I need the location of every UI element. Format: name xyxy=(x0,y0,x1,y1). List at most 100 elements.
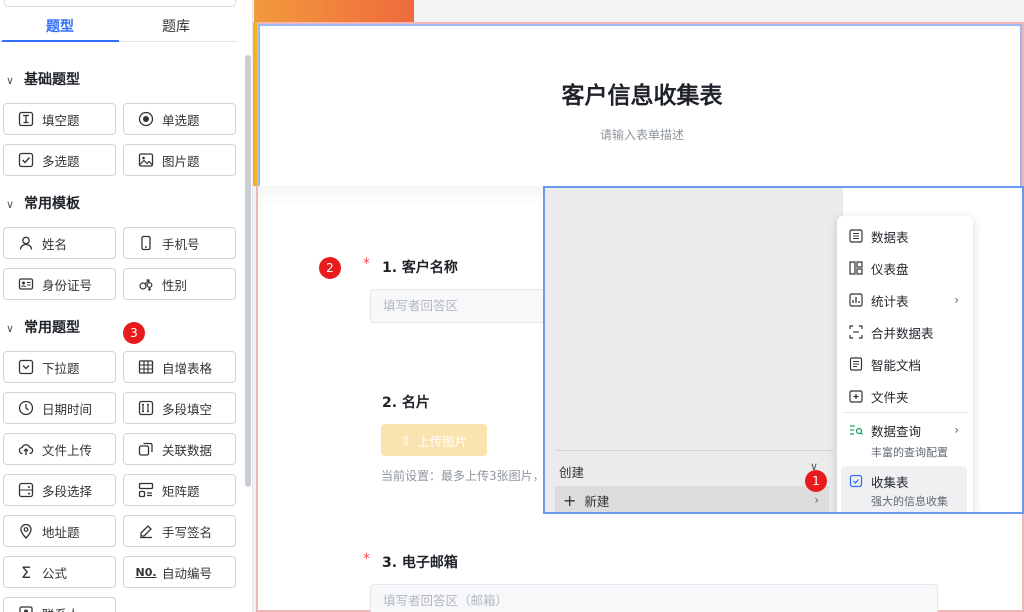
btn-dropdown[interactable]: 下拉题 xyxy=(3,351,116,383)
menu-item-smart-doc[interactable]: 智能文档 xyxy=(837,350,973,378)
btn-label: 填空题 xyxy=(42,112,80,128)
tab-question-bank[interactable]: 题库 xyxy=(162,16,190,36)
chevron-down-icon: ∨ xyxy=(6,322,15,335)
btn-linked-data[interactable]: 关联数据 xyxy=(123,433,236,465)
question-3-label[interactable]: 3. 电子邮箱 xyxy=(382,552,458,572)
chevron-right-icon: › xyxy=(814,493,819,507)
checkbox-icon xyxy=(18,152,34,168)
btn-multi-choice[interactable]: 多选题 xyxy=(3,144,116,176)
menu-label: 合并数据表 xyxy=(871,325,934,341)
menu-label: 文件夹 xyxy=(871,389,909,405)
form-description[interactable]: 请输入表单描述 xyxy=(260,126,1024,143)
btn-label: 性别 xyxy=(162,277,188,293)
location-pin-icon xyxy=(18,523,34,539)
dashboard-icon xyxy=(849,261,863,275)
upload-image-button[interactable]: ⇧ 上传图片 xyxy=(381,424,487,456)
btn-image-question[interactable]: 图片题 xyxy=(123,144,236,176)
btn-label: 多选题 xyxy=(42,153,80,169)
popup-left-pane: 创建 ∨ + 新建 › xyxy=(545,188,843,512)
btn-label: 多段填空 xyxy=(162,401,213,417)
panel-top-box xyxy=(4,0,236,7)
collect-form-subtitle: 强大的信息收集 xyxy=(871,495,948,508)
btn-label: 身份证号 xyxy=(42,277,93,293)
upload-label: 上传图片 xyxy=(417,433,468,449)
menu-item-collect-form[interactable]: 收集表 xyxy=(837,467,973,495)
btn-label: 公式 xyxy=(42,565,68,581)
table-icon xyxy=(138,359,154,375)
datasheet-icon xyxy=(849,229,863,243)
btn-label: 关联数据 xyxy=(162,442,213,458)
annotation-badge-2: 2 xyxy=(319,257,341,279)
stat-table-icon xyxy=(849,293,863,307)
btn-label: 姓名 xyxy=(42,236,68,252)
collect-form-icon xyxy=(849,474,863,488)
btn-datetime[interactable]: 日期时间 xyxy=(3,392,116,424)
form-header[interactable]: 客户信息收集表 请输入表单描述 xyxy=(258,24,1022,188)
menu-label: 仪表盘 xyxy=(871,261,909,277)
new-button[interactable]: + 新建 › xyxy=(555,486,829,512)
btn-phone[interactable]: 手机号 xyxy=(123,227,236,259)
section-templates[interactable]: ∨ 常用模板 xyxy=(6,193,80,213)
form-title[interactable]: 客户信息收集表 xyxy=(260,76,1024,110)
section-basic-label: 基础题型 xyxy=(24,72,80,88)
panel-tabs: 题型 题库 xyxy=(0,8,238,42)
question-1-input[interactable]: 填写者回答区 xyxy=(370,289,550,323)
menu-item-datasheet[interactable]: 数据表 xyxy=(837,222,973,250)
btn-gender[interactable]: 性别 xyxy=(123,268,236,300)
chevron-right-icon: › xyxy=(954,423,959,437)
clock-icon xyxy=(18,400,34,416)
btn-label: 手写签名 xyxy=(162,524,213,540)
btn-label: 地址题 xyxy=(42,524,80,540)
btn-auto-table[interactable]: 自增表格 xyxy=(123,351,236,383)
btn-multi-blank[interactable]: 多段填空 xyxy=(123,392,236,424)
menu-item-data-query[interactable]: 数据查询 › xyxy=(837,416,973,444)
menu-label: 数据表 xyxy=(871,229,909,245)
btn-id-number[interactable]: 身份证号 xyxy=(3,268,116,300)
question-3-input[interactable]: 填写者回答区（邮箱） xyxy=(370,584,938,612)
btn-label: 手机号 xyxy=(162,236,200,252)
btn-label: 自动编号 xyxy=(162,565,213,581)
btn-name[interactable]: 姓名 xyxy=(3,227,116,259)
btn-address[interactable]: 地址题 xyxy=(3,515,116,547)
required-mark: * xyxy=(363,551,370,567)
section-templates-label: 常用模板 xyxy=(24,196,80,212)
btn-fill-blank[interactable]: 填空题 xyxy=(3,103,116,135)
section-basic[interactable]: ∨ 基础题型 xyxy=(6,69,80,89)
btn-label: 矩阵题 xyxy=(162,483,200,499)
btn-label: 单选题 xyxy=(162,112,200,128)
document-icon xyxy=(849,357,863,371)
menu-label: 统计表 xyxy=(871,293,909,309)
gender-icon xyxy=(138,276,154,292)
plus-icon: + xyxy=(563,490,577,510)
person-icon xyxy=(18,235,34,251)
link-data-icon xyxy=(138,441,154,457)
header-accent-bar xyxy=(253,22,257,186)
contact-icon xyxy=(18,605,34,612)
text-input-icon xyxy=(18,111,34,127)
multi-blank-icon xyxy=(138,400,154,416)
data-query-icon xyxy=(849,423,863,437)
btn-single-choice[interactable]: 单选题 xyxy=(123,103,236,135)
question-1-label[interactable]: 1. 客户名称 xyxy=(382,257,458,277)
sidebar-scrollbar[interactable] xyxy=(245,55,251,487)
menu-item-merge-table[interactable]: 合并数据表 xyxy=(837,318,973,346)
question-2-label[interactable]: 2. 名片 xyxy=(382,392,430,412)
btn-formula[interactable]: Σ 公式 xyxy=(3,556,116,588)
btn-label: 图片题 xyxy=(162,153,200,169)
btn-auto-number[interactable]: N0. 自动编号 xyxy=(123,556,236,588)
btn-matrix[interactable]: 矩阵题 xyxy=(123,474,236,506)
menu-item-stat-table[interactable]: 统计表 › xyxy=(837,286,973,314)
divider xyxy=(555,450,833,451)
menu-item-dashboard[interactable]: 仪表盘 xyxy=(837,254,973,282)
menu-item-folder[interactable]: 文件夹 xyxy=(837,382,973,410)
signature-pen-icon xyxy=(138,523,154,539)
btn-file-upload[interactable]: 文件上传 xyxy=(3,433,116,465)
btn-contact[interactable]: 联系人 xyxy=(3,597,116,612)
chevron-down-icon: ∨ xyxy=(6,198,15,211)
btn-signature[interactable]: 手写签名 xyxy=(123,515,236,547)
section-common[interactable]: ∨ 常用题型 xyxy=(6,317,80,337)
btn-multi-select[interactable]: 多段选择 xyxy=(3,474,116,506)
tab-question-types[interactable]: 题型 xyxy=(46,16,74,36)
menu-label: 数据查询 xyxy=(871,423,922,439)
radio-icon xyxy=(138,111,154,127)
